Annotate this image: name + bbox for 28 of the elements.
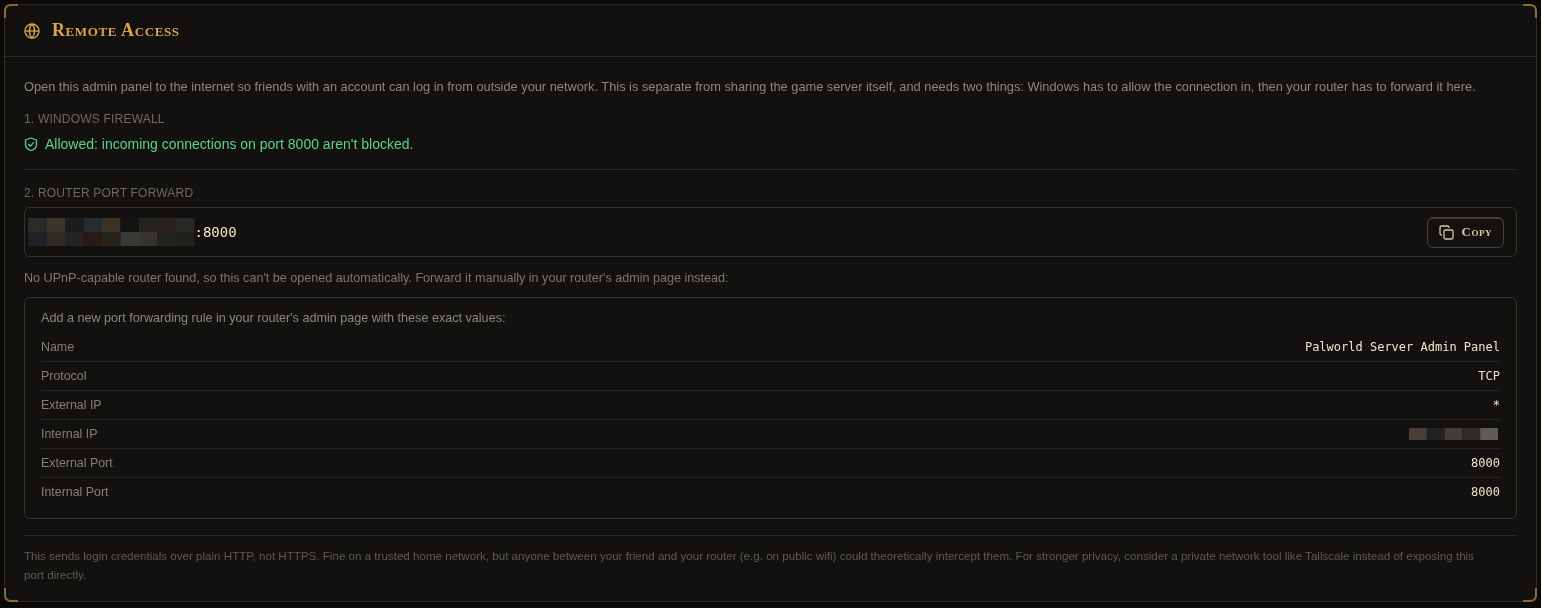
rule-value: Palworld Server Admin Panel bbox=[1304, 340, 1500, 354]
corner-ornament-icon bbox=[1523, 4, 1537, 18]
rule-label: Internal Port bbox=[41, 485, 109, 499]
panel-title: Remote Access bbox=[52, 20, 180, 41]
security-footnote: This sends login credentials over plain HTTP, not HTTPS. Fine on a trusted home network, but anyone between your friend and your router (e.g. on public wifi) could theoretically intercept them. For stronger privacy, consider a private network tool like Tailscale instead of exposing this port directly. bbox=[24, 548, 1475, 583]
copy-button[interactable]: Copy bbox=[1426, 216, 1504, 248]
rule-value: 8000 bbox=[1471, 485, 1500, 499]
corner-ornament-icon bbox=[4, 4, 18, 18]
shield-check-icon bbox=[24, 136, 38, 152]
upnp-note: No UPnP-capable router found, so this can't be opened automatically. Forward it manually in your router's admin page instead: bbox=[24, 270, 730, 287]
rule-value: * bbox=[1492, 398, 1500, 412]
intro-text: Open this admin panel to the internet so friends with an account can log in from outside your network. This is separate from sharing the game server itself, and needs two things: Windows has to allow the connection in, then your router has to forward it here. bbox=[24, 78, 1477, 96]
rule-label: External IP bbox=[41, 398, 102, 412]
rule-label: Protocol bbox=[41, 369, 87, 383]
rule-label: External Port bbox=[41, 456, 113, 470]
rule-intro-text: Add a new port forwarding rule in your router's admin page with these exact values: bbox=[41, 310, 507, 327]
port-value: :8000 bbox=[194, 224, 237, 240]
rule-value: TCP bbox=[1478, 369, 1500, 383]
section-heading: 1. WINDOWS FIREWALL bbox=[24, 111, 166, 127]
rule-label: Internal IP bbox=[41, 427, 98, 441]
section-heading: 2. ROUTER PORT FORWARD bbox=[24, 185, 195, 201]
corner-ornament-icon bbox=[1523, 588, 1537, 602]
firewall-status-text: Allowed: incoming connections on port 8000 aren't blocked. bbox=[45, 136, 414, 152]
copy-icon bbox=[1438, 224, 1454, 240]
rule-value: 8000 bbox=[1471, 456, 1500, 470]
globe-icon bbox=[24, 22, 40, 39]
rule-label: Name bbox=[41, 340, 75, 354]
corner-ornament-icon bbox=[4, 588, 18, 602]
